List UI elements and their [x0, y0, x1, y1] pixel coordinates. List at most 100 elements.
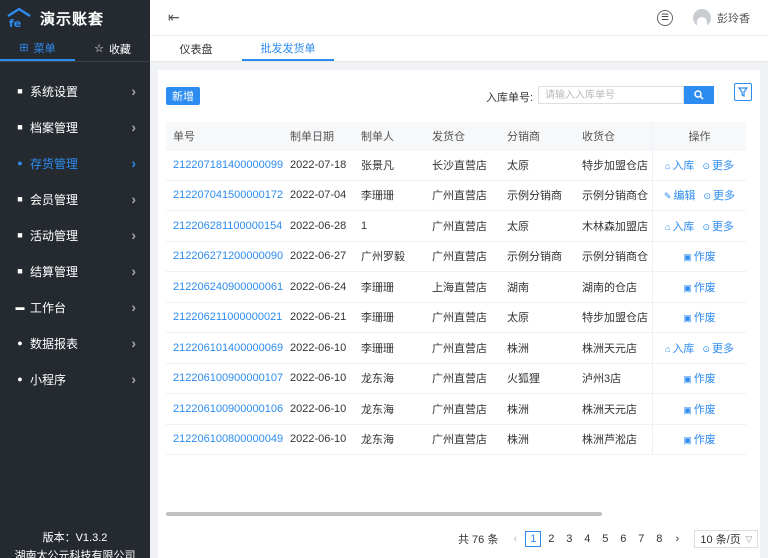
- action-button[interactable]: ⊙ 更多: [702, 157, 734, 173]
- action-icon: ▣: [683, 404, 692, 415]
- filter-icon: [738, 87, 748, 97]
- tab-dashboard[interactable]: 仪表盘: [150, 36, 242, 61]
- page-number[interactable]: 2: [543, 531, 559, 547]
- from-warehouse-cell: 广州直营店: [432, 373, 487, 386]
- top-right: ☰ 彭玲香: [657, 8, 750, 27]
- sidebar-item-label: 档案管理: [30, 120, 79, 135]
- avatar[interactable]: [693, 8, 711, 27]
- sidebar-tab-favorites[interactable]: ☆ 收藏: [75, 36, 150, 61]
- sidebar-item-miniapp[interactable]: ● 小程序 ›: [0, 361, 150, 397]
- action-button[interactable]: ▣ 作废: [683, 431, 716, 447]
- order-no-link[interactable]: 212206101400000069: [166, 342, 290, 354]
- order-no-link[interactable]: 212207181400000099: [166, 159, 290, 171]
- column-header: 收货仓: [582, 130, 615, 143]
- username[interactable]: 彭玲香: [717, 10, 750, 26]
- sidebar-item-member[interactable]: ■ 会员管理 ›: [0, 181, 150, 217]
- page-size-select[interactable]: 10 条/页 ▽: [694, 530, 759, 548]
- action-button[interactable]: ⊙ 更多: [704, 187, 736, 203]
- column-header: 制单日期: [290, 130, 334, 143]
- action-button[interactable]: ▣ 作废: [683, 248, 716, 264]
- sidebar-item-workbench[interactable]: ▬ 工作台 ›: [0, 289, 150, 325]
- date-cell: 2022-06-10: [290, 341, 347, 354]
- to-warehouse-cell: 泸州3店: [582, 373, 622, 386]
- page-number[interactable]: 1: [525, 531, 542, 547]
- action-button[interactable]: ▣ 作废: [683, 370, 716, 386]
- search-button[interactable]: [684, 86, 714, 104]
- order-no-link[interactable]: 212206100800000049: [166, 433, 290, 445]
- member-icon: ■: [17, 194, 23, 204]
- order-no-link[interactable]: 212206100900000106: [166, 403, 290, 415]
- maker-cell: 龙东海: [361, 403, 394, 416]
- date-cell: 2022-06-27: [290, 250, 347, 263]
- action-button[interactable]: ▣ 作废: [683, 309, 716, 325]
- order-no-link[interactable]: 212206211000000021: [166, 311, 290, 323]
- page-number[interactable]: 4: [579, 531, 595, 547]
- action-button[interactable]: ✎ 编辑: [664, 187, 696, 203]
- distributor-cell: 太原: [507, 220, 529, 233]
- page-number[interactable]: 7: [633, 531, 649, 547]
- action-label: 更多: [711, 159, 734, 172]
- chevron-right-icon: ›: [131, 299, 136, 315]
- to-warehouse-cell: 株洲芦淞店: [582, 434, 637, 447]
- page-number[interactable]: 6: [615, 531, 631, 547]
- action-button[interactable]: ⊙ 更多: [702, 340, 734, 356]
- order-no-link[interactable]: 212206240900000061: [166, 281, 290, 293]
- page-number[interactable]: 8: [651, 531, 667, 547]
- filter-button[interactable]: [734, 83, 752, 101]
- company-text: 湖南太公元科技有限公司: [14, 550, 136, 558]
- table-header: 单号 制单日期 制单人 发货仓 分销商 收货仓 操作: [166, 122, 746, 150]
- action-button[interactable]: ⌂ 入库: [665, 218, 694, 234]
- search-input[interactable]: [538, 86, 684, 104]
- collapse-menu-icon[interactable]: ⇤: [168, 9, 180, 26]
- order-no-link[interactable]: 212206281100000154: [166, 220, 290, 232]
- order-no-link[interactable]: 212206271200000090: [166, 250, 290, 262]
- page-number[interactable]: 3: [561, 531, 577, 547]
- grid-icon: ⊞: [19, 42, 29, 54]
- action-icon: ⊙: [703, 191, 712, 202]
- chevron-right-icon: ›: [131, 191, 136, 207]
- table-row: 212206240900000061 2022-06-24 李珊珊 上海直营店 湖南 湖南…: [166, 272, 746, 303]
- toolbar: 新增 入库单号:: [166, 83, 752, 106]
- sidebar-menu: ■ 系统设置 › ■ 档案管理 › ● 存货管理 › ■ 会员管理 › ■ 活动管理 › ■ 结算管理…: [0, 73, 150, 397]
- actions-cell: ▣ 作废: [652, 302, 746, 332]
- pagination: 共 76 条 ‹ 12345678 › 10 条/页 ▽: [458, 530, 759, 548]
- action-label: 入库: [672, 159, 695, 172]
- actions-cell: ▣ 作废: [652, 424, 746, 454]
- page-number[interactable]: 5: [597, 531, 613, 547]
- from-warehouse-cell: 广州直营店: [432, 190, 487, 203]
- action-button[interactable]: ⌂ 入库: [665, 157, 694, 173]
- order-no-link[interactable]: 212206100900000107: [166, 372, 290, 384]
- sidebar-item-activity[interactable]: ■ 活动管理 ›: [0, 217, 150, 253]
- sidebar-item-archive[interactable]: ■ 档案管理 ›: [0, 109, 150, 145]
- action-button[interactable]: ⊙ 更多: [702, 218, 734, 234]
- action-label: 作废: [693, 251, 716, 264]
- sidebar-item-system-settings[interactable]: ■ 系统设置 ›: [0, 73, 150, 109]
- sidebar-item-report[interactable]: ● 数据报表 ›: [0, 325, 150, 361]
- action-button[interactable]: ⌂ 入库: [665, 340, 694, 356]
- main-panel: 新增 入库单号: 单号 制单日期 制单人 发货仓 分销商 收货仓 操作 2122…: [158, 70, 760, 558]
- add-button[interactable]: 新增: [166, 87, 200, 105]
- sidebar-item-inventory[interactable]: ● 存货管理 ›: [0, 145, 150, 181]
- chevron-down-icon: ▽: [745, 533, 753, 544]
- next-page-icon[interactable]: ›: [669, 531, 685, 547]
- order-no-link[interactable]: 212207041500000172: [166, 189, 290, 201]
- search-icon: [694, 90, 704, 100]
- table-row: 212206211000000021 2022-06-21 李珊珊 广州直营店 太原 特步…: [166, 302, 746, 333]
- sidebar-item-label: 数据报表: [30, 336, 79, 351]
- action-button[interactable]: ▣ 作废: [683, 401, 716, 417]
- column-header: 操作: [652, 122, 746, 149]
- sidebar-item-settlement[interactable]: ■ 结算管理 ›: [0, 253, 150, 289]
- from-warehouse-cell: 上海直营店: [432, 281, 487, 294]
- horizontal-scrollbar[interactable]: [166, 512, 602, 516]
- more-menu-icon[interactable]: ☰: [657, 9, 673, 26]
- to-warehouse-cell: 示例分销商仓: [582, 190, 648, 203]
- prev-page-icon[interactable]: ‹: [507, 531, 523, 547]
- action-label: 编辑: [673, 190, 696, 203]
- to-warehouse-cell: 株洲天元店: [582, 342, 637, 355]
- maker-cell: 龙东海: [361, 373, 394, 386]
- sidebar-item-label: 结算管理: [30, 264, 79, 279]
- sidebar-tab-menu[interactable]: ⊞ 菜单: [0, 36, 75, 61]
- tab-wholesale-delivery[interactable]: 批发发货单: [242, 36, 334, 61]
- action-button[interactable]: ▣ 作废: [683, 279, 716, 295]
- table-row: 212206271200000090 2022-06-27 广州罗毅 广州直营店 示例分…: [166, 241, 746, 272]
